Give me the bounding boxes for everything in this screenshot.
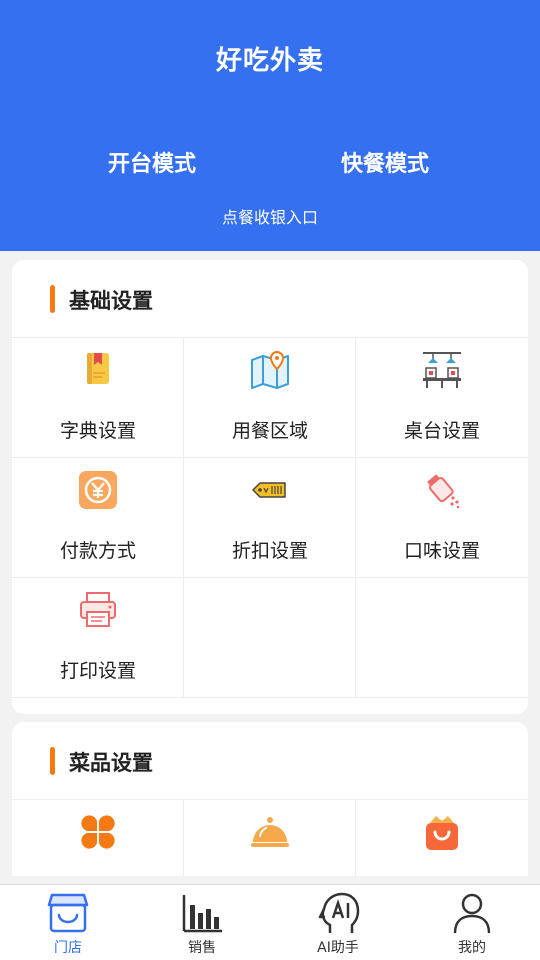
nav-store-tab[interactable]: 门店 — [18, 889, 118, 959]
dish-settings-title: 菜品设置 — [69, 751, 153, 775]
nav-profile-label: 我的 — [458, 940, 486, 956]
open-table-mode-button[interactable]: 开台模式 — [108, 146, 196, 178]
nav-ai-assistant-label: AI助手 — [317, 940, 359, 956]
print-settings-item[interactable]: 打印设置 — [12, 578, 184, 698]
cashier-entry-link[interactable]: 点餐收银入口 — [0, 204, 540, 228]
bottom-navigation: 门店 销售 AI助手 我的 — [0, 884, 540, 960]
section-accent-bar — [50, 747, 55, 775]
discount-settings-item[interactable]: 折扣设置 — [184, 458, 356, 578]
ai-head-icon — [316, 891, 360, 935]
table-settings-label: 桌台设置 — [403, 420, 480, 442]
food-cloche-icon — [250, 812, 290, 852]
table-settings-item[interactable]: 桌台设置 — [356, 338, 528, 458]
basic-settings-title: 基础设置 — [69, 289, 153, 313]
discount-tag-icon — [250, 470, 290, 510]
flavor-settings-label: 口味设置 — [403, 540, 480, 562]
mode-switch-row: 开台模式 快餐模式 — [0, 146, 540, 182]
dish-category-item[interactable] — [12, 800, 184, 876]
dish-package-item[interactable] — [356, 800, 528, 876]
seasoning-shaker-icon — [422, 470, 462, 510]
dish-settings-header: 菜品设置 — [12, 722, 528, 800]
basic-settings-header: 基础设置 — [12, 260, 528, 338]
print-settings-label: 打印设置 — [59, 660, 136, 682]
dining-area-item[interactable]: 用餐区域 — [184, 338, 356, 458]
map-pin-icon — [250, 350, 290, 390]
nav-sales-label: 销售 — [188, 940, 216, 956]
shopping-bag-icon — [422, 812, 462, 852]
user-icon — [450, 891, 494, 935]
dictionary-settings-item[interactable]: 字典设置 — [12, 338, 184, 458]
discount-settings-label: 折扣设置 — [231, 540, 308, 562]
payment-method-label: 付款方式 — [59, 540, 136, 562]
nav-ai-assistant-tab[interactable]: AI助手 — [288, 889, 388, 959]
bar-chart-icon — [180, 891, 224, 935]
dish-item-entry[interactable] — [184, 800, 356, 876]
header-banner: 好吃外卖 开台模式 快餐模式 点餐收银入口 — [0, 0, 540, 251]
empty-grid-cell — [356, 578, 528, 698]
dictionary-settings-label: 字典设置 — [59, 420, 136, 442]
dictionary-book-icon — [78, 350, 118, 390]
flavor-settings-item[interactable]: 口味设置 — [356, 458, 528, 578]
category-clover-icon — [78, 812, 118, 852]
section-accent-bar — [50, 285, 55, 313]
app-title: 好吃外卖 — [215, 46, 324, 76]
dining-area-label: 用餐区域 — [231, 420, 308, 442]
yuan-payment-icon — [78, 470, 118, 510]
nav-profile-tab[interactable]: 我的 — [422, 889, 522, 959]
store-icon — [46, 891, 90, 935]
fast-food-mode-button[interactable]: 快餐模式 — [341, 146, 429, 178]
payment-method-item[interactable]: 付款方式 — [12, 458, 184, 578]
basic-settings-grid: 字典设置 用餐区域 桌台设置 付款方式 折扣设置 口味设置 打印设置 — [12, 338, 528, 698]
printer-icon — [78, 590, 118, 630]
nav-sales-tab[interactable]: 销售 — [152, 889, 252, 959]
empty-grid-cell — [184, 578, 356, 698]
basic-settings-card: 基础设置 字典设置 用餐区域 桌台设置 付款方式 折扣设置 口味设置 打印设置 — [12, 260, 528, 714]
dish-settings-grid — [12, 800, 528, 876]
dining-table-icon — [422, 350, 462, 390]
dish-settings-card: 菜品设置 — [12, 722, 528, 876]
nav-store-label: 门店 — [54, 940, 82, 956]
